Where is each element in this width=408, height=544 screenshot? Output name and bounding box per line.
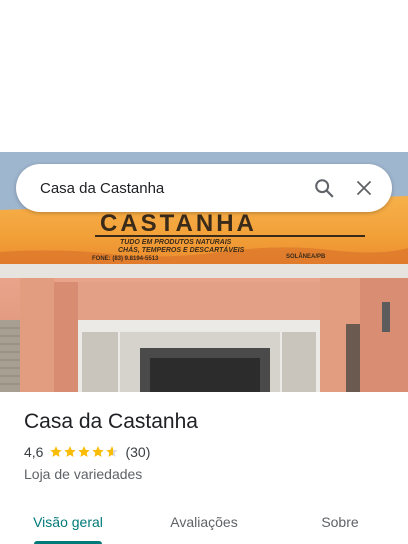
place-category: Loja de variedades [24, 466, 143, 482]
rating-row[interactable]: 4,6 (30) [24, 444, 150, 460]
place-info-panel: Casa da Castanha 4,6 (30) Loja de varied… [0, 392, 408, 544]
sign-line-1: TUDO EM PRODUTOS NATURAIS [120, 239, 232, 246]
close-icon[interactable] [344, 164, 384, 212]
star-icon [49, 445, 63, 459]
map-area-blank [0, 0, 408, 152]
review-count[interactable]: (30) [125, 444, 150, 460]
rating-value: 4,6 [24, 444, 44, 460]
star-icon [91, 445, 105, 459]
sign-title: CASTANHA [100, 210, 257, 237]
search-icon[interactable] [304, 164, 344, 212]
star-icon [77, 445, 91, 459]
sign-phone: FONE: (83) 9.8194-5513 [92, 256, 159, 262]
star-rating [49, 445, 119, 459]
tab-overview[interactable]: Visão geral [0, 500, 136, 544]
sign-city: SOLÂNEA/PB [286, 253, 326, 260]
star-icon [105, 445, 119, 459]
search-input[interactable]: Casa da Castanha [40, 180, 304, 197]
star-icon [63, 445, 77, 459]
tab-overview-label: Visão geral [33, 514, 103, 530]
search-bar[interactable]: Casa da Castanha [16, 164, 392, 212]
sign-line-2: CHÁS, TEMPEROS E DESCARTÁVEIS [118, 245, 245, 254]
place-title: Casa da Castanha [24, 410, 198, 433]
tab-reviews-label: Avaliações [170, 514, 238, 530]
tab-about-label: Sobre [321, 514, 359, 530]
tab-about[interactable]: Sobre [272, 500, 408, 544]
tab-reviews[interactable]: Avaliações [136, 500, 272, 544]
place-tabs: Visão geral Avaliações Sobre [0, 500, 408, 544]
